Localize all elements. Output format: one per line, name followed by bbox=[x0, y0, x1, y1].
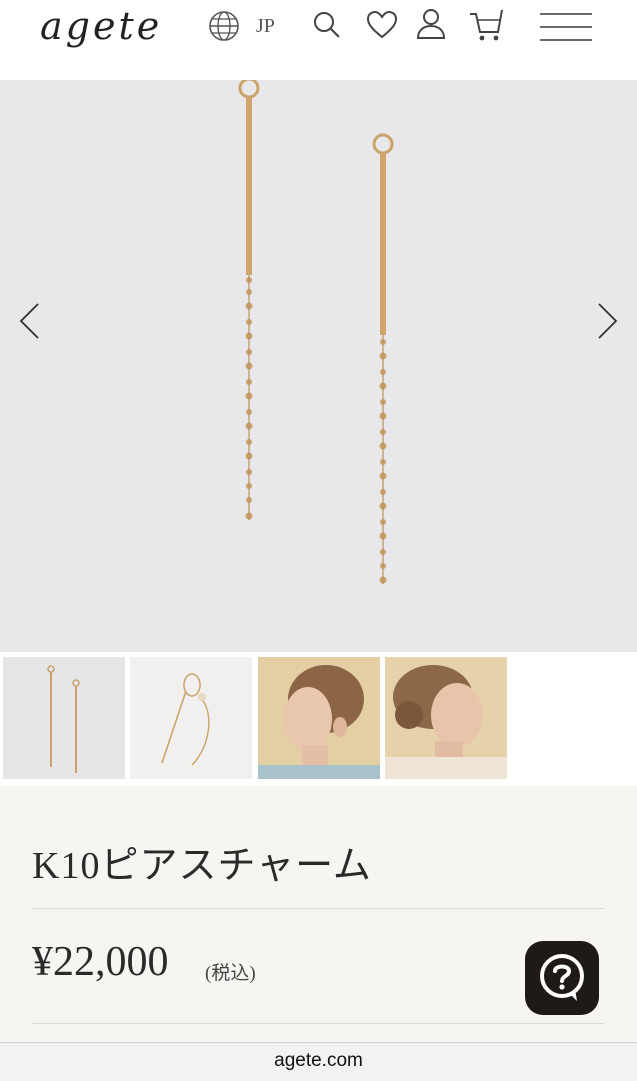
tax-note: (税込) bbox=[205, 963, 256, 984]
model-profile-thumbnail-image bbox=[385, 665, 507, 779]
divider bbox=[32, 1023, 605, 1024]
thumbnail-3[interactable] bbox=[258, 657, 380, 779]
user-icon[interactable] bbox=[416, 8, 446, 40]
help-chat-button[interactable] bbox=[525, 941, 599, 1015]
url-text: agete.com bbox=[274, 1050, 363, 1071]
menu-icon[interactable] bbox=[540, 12, 592, 42]
divider bbox=[32, 908, 605, 909]
earring-thumbnail-image bbox=[47, 665, 80, 773]
earring-charm-image bbox=[238, 77, 394, 584]
question-chat-icon bbox=[540, 954, 584, 1001]
thumbnail-1[interactable] bbox=[3, 657, 125, 779]
site-header: agete JP bbox=[0, 0, 637, 80]
cart-icon[interactable] bbox=[468, 8, 504, 42]
chevron-left-icon[interactable] bbox=[18, 302, 42, 340]
model-thumbnail-image bbox=[258, 665, 380, 779]
earring-detail-thumbnail-image bbox=[161, 673, 210, 766]
product-price: ¥22,000 bbox=[32, 939, 169, 985]
chevron-right-icon[interactable] bbox=[595, 302, 619, 340]
brand-logo[interactable]: agete bbox=[40, 4, 162, 48]
product-title: K10ピアスチャーム bbox=[32, 845, 372, 887]
product-main-image[interactable] bbox=[0, 77, 637, 652]
heart-icon[interactable] bbox=[366, 10, 398, 40]
browser-url-bar[interactable]: agete.com bbox=[0, 1042, 637, 1081]
thumbnail-2[interactable] bbox=[130, 657, 252, 779]
search-icon[interactable] bbox=[312, 10, 342, 40]
thumbnail-strip bbox=[0, 652, 637, 786]
language-selector[interactable]: JP bbox=[256, 15, 275, 38]
thumbnail-4[interactable] bbox=[385, 657, 507, 779]
globe-icon[interactable] bbox=[208, 10, 240, 42]
